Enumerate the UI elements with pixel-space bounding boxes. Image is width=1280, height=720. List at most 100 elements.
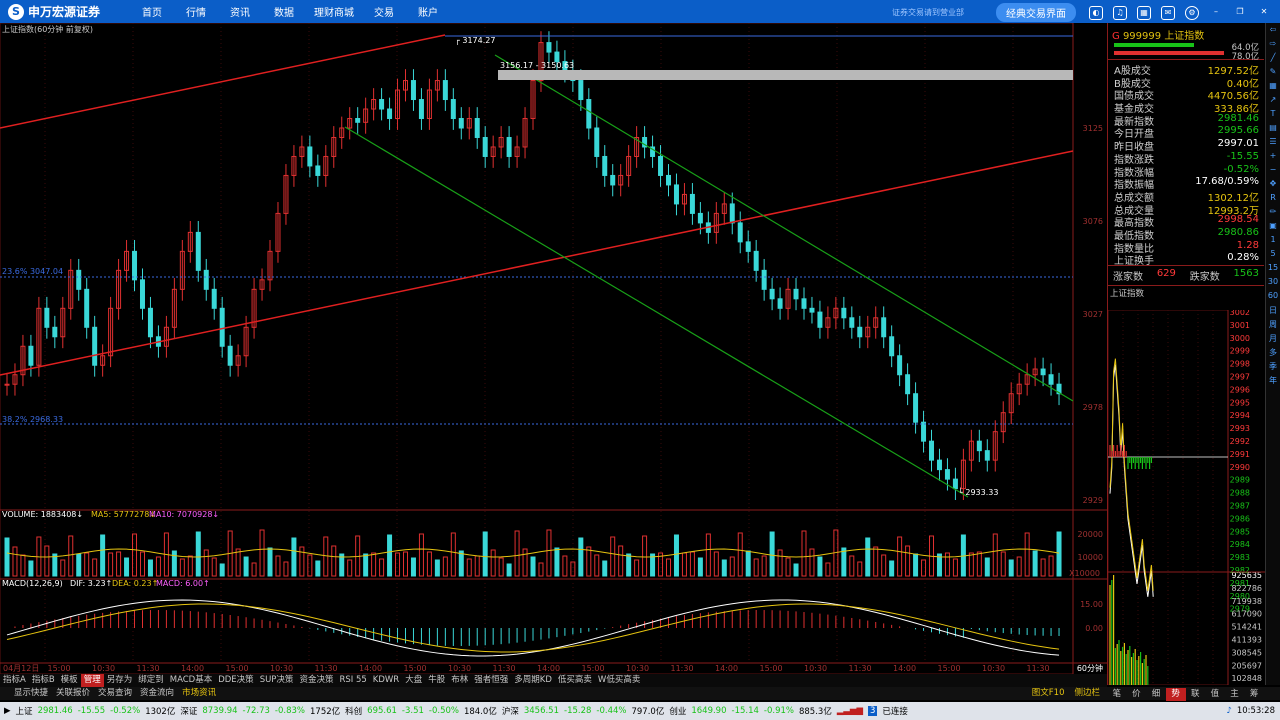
period-season-icon[interactable]: 季 — [1267, 361, 1279, 373]
tab-9[interactable]: 资金决策 — [296, 674, 336, 687]
mini-axis-label: 2994 — [1230, 411, 1250, 420]
back-icon[interactable]: ⇦ — [1267, 25, 1279, 37]
mail-icon[interactable]: ✉ — [1161, 5, 1175, 20]
mini-tab-7[interactable]: 筹 — [1244, 688, 1264, 701]
intraday-mini-chart[interactable]: 3002 3001 3000 2999 2998 2997 2996 2995 2994 2993… — [1108, 310, 1265, 685]
tab-12[interactable]: 大盘 — [402, 674, 425, 687]
link-f10[interactable]: 图文F10 — [1028, 687, 1071, 700]
link-sidebar[interactable]: 侧边栏 — [1070, 687, 1104, 700]
shortcut-toggle-icon[interactable]: ▶ — [4, 706, 11, 716]
nav-data[interactable]: 数据 — [262, 4, 306, 19]
volume-bar — [984, 557, 990, 577]
link-fund-flow[interactable]: 资金流向 — [136, 687, 178, 700]
headset-icon[interactable]: ♫ — [1113, 5, 1127, 20]
tab-17[interactable]: 低买高卖 — [555, 674, 595, 687]
mini-tab-6[interactable]: 主 — [1225, 688, 1245, 701]
brush-icon[interactable]: ✏ — [1267, 207, 1279, 219]
move-tool-icon[interactable]: ✥ — [1267, 179, 1279, 191]
candle-body — [195, 231, 201, 271]
period-day-icon[interactable]: 日 — [1267, 305, 1279, 317]
volume-bar — [905, 545, 911, 577]
zoom-out-icon[interactable]: − — [1267, 165, 1279, 177]
tab-11[interactable]: KDWR — [370, 674, 402, 687]
line-tool-icon[interactable]: ╱ — [1267, 53, 1279, 65]
rsi-tool-icon[interactable]: R — [1267, 193, 1279, 205]
settings-icon[interactable]: ⚙ — [1185, 5, 1199, 20]
nav-news[interactable]: 资讯 — [218, 4, 262, 19]
tab-2[interactable]: 模板 — [58, 674, 81, 687]
layout-icon[interactable]: ▦ — [1137, 5, 1151, 20]
notify-icon[interactable]: ♪ — [1226, 706, 1231, 716]
tab-10[interactable]: RSI 55 — [336, 674, 369, 687]
link-shortcut[interactable]: 显示快捷 — [0, 687, 52, 700]
cy-name[interactable]: 创业 — [669, 705, 686, 717]
sz-name[interactable]: 深证 — [180, 705, 197, 717]
list-tool-icon[interactable]: ☰ — [1267, 137, 1279, 149]
signal-bars-icon: ▂▃▅▆ — [836, 706, 863, 716]
close-icon[interactable]: ✕ — [1257, 6, 1271, 20]
mini-tab-2[interactable]: 细 — [1146, 688, 1166, 701]
tab-8[interactable]: SUP决策 — [257, 674, 297, 687]
tab-3[interactable]: 管理 — [80, 674, 104, 687]
skin-icon[interactable]: ◐ — [1089, 5, 1103, 20]
forward-icon[interactable]: ⇨ — [1267, 39, 1279, 51]
period-multi-icon[interactable]: 多 — [1267, 347, 1279, 359]
mini-tab-1[interactable]: 价 — [1127, 688, 1147, 701]
tab-6[interactable]: MACD基本 — [167, 674, 215, 687]
classic-trade-button[interactable]: 经典交易界面 — [996, 3, 1076, 22]
mini-tab-5[interactable]: 值 — [1205, 688, 1225, 701]
period-month-icon[interactable]: 月 — [1267, 333, 1279, 345]
sz-pct: -0.83% — [274, 706, 305, 716]
period-60-icon[interactable]: 60 — [1267, 291, 1279, 303]
period-30-icon[interactable]: 30 — [1267, 277, 1279, 289]
period-year-icon[interactable]: 年 — [1267, 375, 1279, 387]
kc-name[interactable]: 科创 — [345, 705, 362, 717]
quote-row-value: 333.86亿 — [1214, 104, 1259, 116]
candle-body — [921, 421, 927, 442]
mini-tab-4[interactable]: 联 — [1186, 688, 1206, 701]
grid-tool-icon[interactable]: ▦ — [1267, 81, 1279, 93]
tab-7[interactable]: DDE决策 — [215, 674, 256, 687]
link-trade-query[interactable]: 交易查询 — [94, 687, 136, 700]
tab-18[interactable]: W低买高卖 — [595, 674, 643, 687]
zoom-in-icon[interactable]: + — [1267, 151, 1279, 163]
tab-1[interactable]: 指标B — [29, 674, 58, 687]
time-axis-label: 11:30 — [671, 664, 694, 673]
trend-tool-icon[interactable]: ↗ — [1267, 95, 1279, 107]
hs-name[interactable]: 沪深 — [502, 705, 519, 717]
tab-14[interactable]: 布林 — [448, 674, 471, 687]
nav-wealth[interactable]: 理财商城 — [306, 4, 362, 19]
mini-tab-3[interactable]: 势 — [1165, 688, 1186, 701]
period-15-icon[interactable]: 15 — [1267, 263, 1279, 275]
sh-name[interactable]: 上证 — [16, 705, 33, 717]
minimize-icon[interactable]: – — [1209, 6, 1223, 20]
tab-0[interactable]: 指标A — [0, 674, 29, 687]
period-5-icon[interactable]: 5 — [1267, 249, 1279, 261]
tab-13[interactable]: 牛股 — [425, 674, 448, 687]
period-1-icon[interactable]: 1 — [1267, 235, 1279, 247]
nav-account[interactable]: 账户 — [406, 4, 450, 19]
draw-tool-icon[interactable]: ✎ — [1267, 67, 1279, 79]
link-market-news[interactable]: 市场资讯 — [178, 687, 220, 700]
mini-tab-0[interactable]: 笔 — [1107, 688, 1127, 701]
nav-trade[interactable]: 交易 — [362, 4, 406, 19]
mini-vol-axis-label: 411393 — [1231, 636, 1262, 645]
tab-15[interactable]: 强者恒强 — [471, 674, 511, 687]
restore-icon[interactable]: ❐ — [1233, 6, 1247, 20]
nav-home[interactable]: 首页 — [130, 4, 174, 19]
period-week-icon[interactable]: 周 — [1267, 319, 1279, 331]
text-tool-icon[interactable]: T — [1267, 109, 1279, 121]
quote-row: 指数涨幅 -0.52% — [1108, 164, 1264, 179]
tab-16[interactable]: 多周期KD — [511, 674, 555, 687]
volume-bar — [387, 534, 393, 577]
kline-chart[interactable]: 3125 3076 3027 2978 2929 23.6% 3047.04 38.2% … — [0, 23, 1107, 674]
tab-5[interactable]: 绑定到 — [135, 674, 167, 687]
quote-row-label: 总成交量 — [1114, 205, 1154, 217]
link-related-quote[interactable]: 关联报价 — [52, 687, 94, 700]
volume-bar — [705, 533, 711, 577]
time-axis-label: 11:30 — [315, 664, 338, 673]
tab-4[interactable]: 另存为 — [104, 674, 136, 687]
chart-tool-icon[interactable]: ▤ — [1267, 123, 1279, 135]
nav-market[interactable]: 行情 — [174, 4, 218, 19]
calc-icon[interactable]: ▣ — [1267, 221, 1279, 233]
